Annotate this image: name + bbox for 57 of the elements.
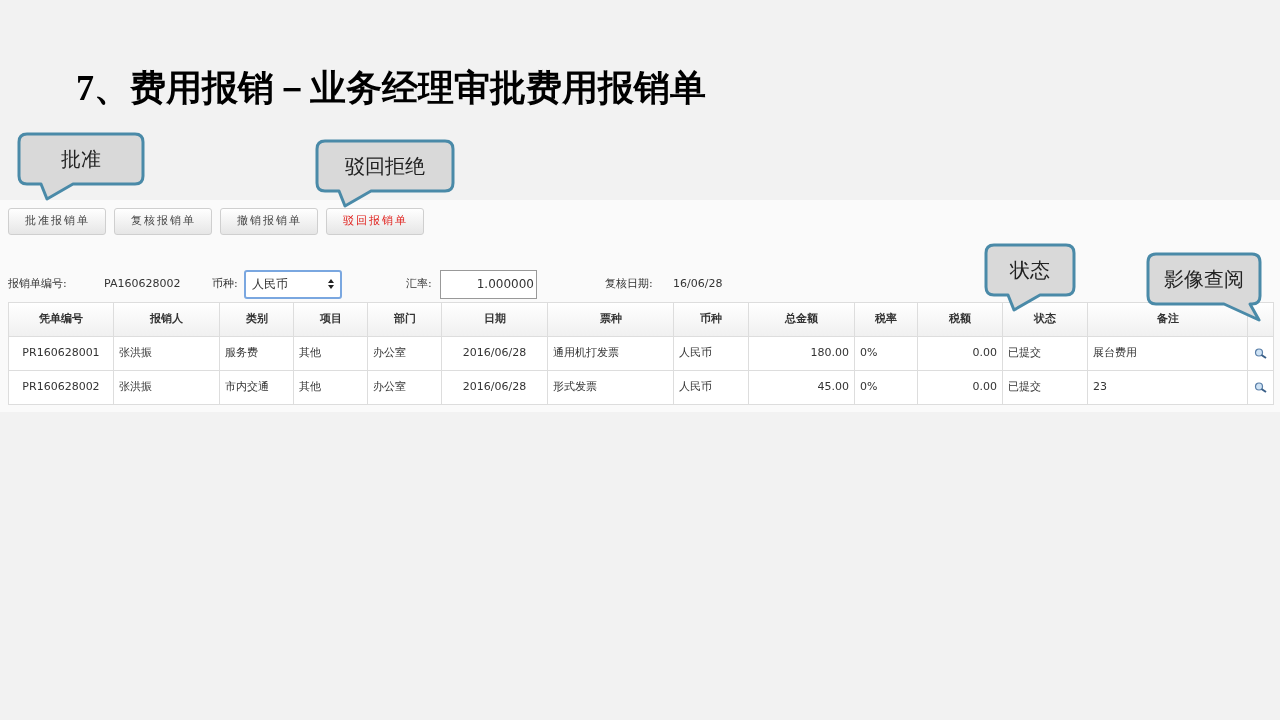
toolbar-button[interactable]: 驳回报销单: [326, 208, 424, 235]
table-cell: 已提交: [1002, 370, 1088, 405]
table-cell: 其他: [293, 336, 368, 371]
table-cell: 0.00: [917, 370, 1003, 405]
column-header: 凭单编号: [8, 302, 114, 337]
column-header: 项目: [293, 302, 368, 337]
table-cell: 0%: [854, 336, 918, 371]
field-value: PA160628002: [104, 275, 182, 292]
column-header: 类别: [219, 302, 294, 337]
magnifier-icon[interactable]: [1254, 381, 1267, 393]
table-cell: PR160628002: [8, 370, 114, 405]
table-cell: 服务费: [219, 336, 294, 371]
column-header: 总金额: [748, 302, 855, 337]
toolbar-button[interactable]: 复核报销单: [114, 208, 212, 235]
callout-label: 影像查阅: [1164, 266, 1244, 293]
table-cell: 其他: [293, 370, 368, 405]
callout-label: 状态: [1010, 257, 1050, 284]
table-cell: 0%: [854, 370, 918, 405]
column-header: 币种: [673, 302, 749, 337]
table-cell: 人民币: [673, 336, 749, 371]
table-cell: 2016/06/28: [441, 336, 548, 371]
column-header: 税率: [854, 302, 918, 337]
column-header: 税额: [917, 302, 1003, 337]
toolbar-button[interactable]: 批准报销单: [8, 208, 106, 235]
column-header: 日期: [441, 302, 548, 337]
slide-title: 7、费用报销－业务经理审批费用报销单: [76, 67, 707, 110]
callout-label: 驳回拒绝: [345, 153, 425, 180]
table-cell: 23: [1087, 370, 1248, 405]
toolbar-button[interactable]: 撤销报销单: [220, 208, 318, 235]
table-cell: 已提交: [1002, 336, 1088, 371]
table-cell: 办公室: [367, 370, 442, 405]
callout-label: 批准: [61, 146, 101, 173]
field-label: 报销单编号:: [8, 275, 68, 292]
field-label: 币种:: [212, 275, 239, 292]
table-cell: 张洪振: [113, 336, 220, 371]
column-header: 部门: [367, 302, 442, 337]
table-cell: 180.00: [748, 336, 855, 371]
currency-select[interactable]: 人民币: [244, 269, 342, 299]
table-cell: 2016/06/28: [441, 370, 548, 405]
field-label: 汇率:: [406, 275, 433, 292]
field-label: 复核日期:: [605, 275, 654, 292]
table-cell: 办公室: [367, 336, 442, 371]
updown-arrows-icon: [328, 279, 334, 289]
table-cell: 0.00: [917, 336, 1003, 371]
table-cell: 形式发票: [547, 370, 674, 405]
rate-input[interactable]: 1.000000: [440, 269, 537, 299]
table-cell: 展台费用: [1087, 336, 1248, 371]
table-cell: 市内交通: [219, 370, 294, 405]
field-value: 16/06/28: [673, 275, 723, 292]
table-cell: 张洪振: [113, 370, 220, 405]
table-cell: 45.00: [748, 370, 855, 405]
table-cell: PR160628001: [8, 336, 114, 371]
table-cell: 通用机打发票: [547, 336, 674, 371]
column-header: 报销人: [113, 302, 220, 337]
table-cell: 人民币: [673, 370, 749, 405]
magnifier-icon[interactable]: [1254, 347, 1267, 359]
column-header: 票种: [547, 302, 674, 337]
